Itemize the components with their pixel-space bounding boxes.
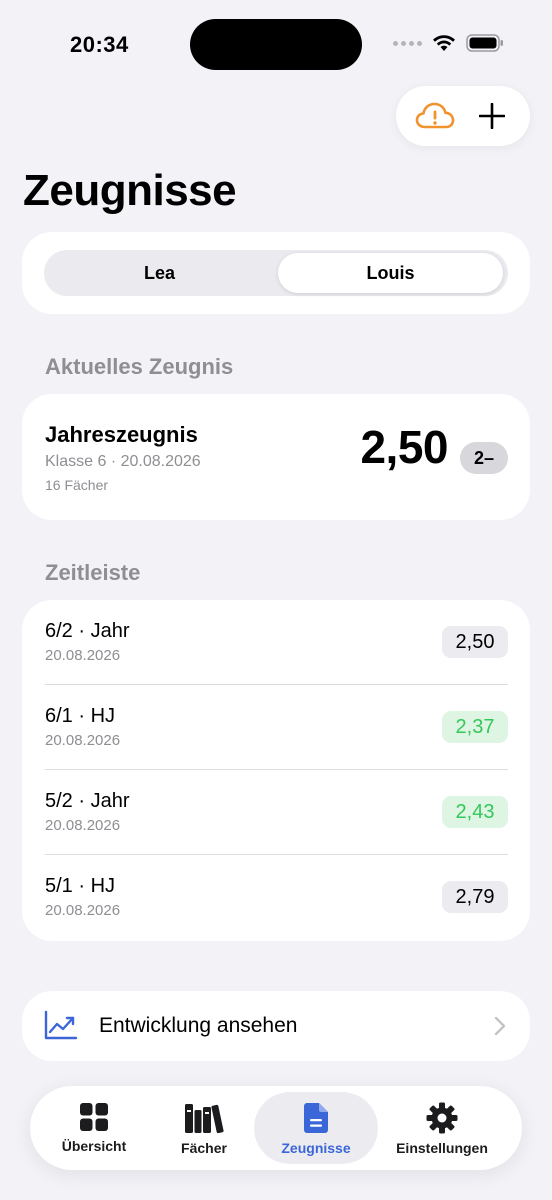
timeline-row-title: 6/1 · HJ xyxy=(45,705,116,727)
tab-settings[interactable]: Einstellungen xyxy=(380,1092,504,1164)
tab-overview[interactable]: Übersicht xyxy=(32,1092,156,1164)
tab-reports[interactable]: Zeugnisse xyxy=(254,1092,378,1164)
page-title: Zeugnisse xyxy=(23,166,237,215)
timeline-row-title: 5/1 · HJ xyxy=(45,875,116,897)
timeline-card: 6/2 · Jahr 20.08.2026 2,50 6/1 · HJ 20.0… xyxy=(22,600,530,941)
dynamic-island xyxy=(190,19,362,70)
tab-label: Einstellungen xyxy=(396,1140,488,1156)
chevron-right-icon xyxy=(494,1016,506,1036)
plus-icon xyxy=(478,103,505,129)
timeline-row-date: 20.08.2026 xyxy=(45,732,121,749)
grid-icon xyxy=(80,1103,108,1131)
report-subtitle: Klasse 6 · 20.08.2026 xyxy=(45,453,201,470)
tab-label: Fächer xyxy=(181,1140,227,1156)
tab-bar: Übersicht Fächer Zeugnisse Einstellungen xyxy=(30,1086,522,1170)
grade-badge: 2– xyxy=(460,442,508,474)
chart-line-icon xyxy=(44,1010,78,1040)
add-button[interactable] xyxy=(468,92,516,140)
timeline-row[interactable]: 6/2 · Jahr 20.08.2026 2,50 xyxy=(22,600,530,685)
timeline-row[interactable]: 6/1 · HJ 20.08.2026 2,37 xyxy=(22,685,530,770)
development-label: Entwicklung ansehen xyxy=(99,1014,298,1037)
report-subject-count: 16 Fächer xyxy=(45,477,109,493)
battery-icon xyxy=(466,34,503,52)
segment-lea[interactable]: Lea xyxy=(47,253,272,293)
current-section-label: Aktuelles Zeugnis xyxy=(45,354,234,379)
timeline-row[interactable]: 5/2 · Jahr 20.08.2026 2,43 xyxy=(22,770,530,855)
sync-warning-button[interactable] xyxy=(411,92,459,140)
timeline-section-label: Zeitleiste xyxy=(45,560,141,585)
status-icons xyxy=(393,34,504,52)
timeline-row-date: 20.08.2026 xyxy=(45,647,121,664)
student-segmented-control: Lea Louis xyxy=(44,250,508,296)
timeline-row-title: 6/2 · Jahr xyxy=(45,620,130,642)
cellular-signal-icon xyxy=(393,40,422,46)
report-title: Jahreszeugnis xyxy=(45,422,198,447)
segment-louis[interactable]: Louis xyxy=(278,253,503,293)
timeline-row[interactable]: 5/1 · HJ 20.08.2026 2,79 xyxy=(22,855,530,940)
tab-subjects[interactable]: Fächer xyxy=(142,1092,266,1164)
student-selector-card: Lea Louis xyxy=(22,232,530,314)
timeline-row-grade: 2,43 xyxy=(442,796,508,828)
gear-icon xyxy=(426,1102,458,1134)
timeline-row-date: 20.08.2026 xyxy=(45,902,121,919)
timeline-row-grade: 2,37 xyxy=(442,711,508,743)
timeline-row-grade: 2,79 xyxy=(442,881,508,913)
timeline-row-date: 20.08.2026 xyxy=(45,817,121,834)
report-average: 2,50 xyxy=(360,421,448,473)
timeline-row-title: 5/2 · Jahr xyxy=(45,790,130,812)
status-time: 20:34 xyxy=(70,32,129,57)
current-report-card[interactable]: Jahreszeugnis Klasse 6 · 20.08.2026 16 F… xyxy=(22,394,530,520)
document-icon xyxy=(304,1103,328,1133)
toolbar-actions xyxy=(396,86,530,146)
cloud-warning-icon xyxy=(415,102,454,129)
screen: 20:34 Zeugnisse Lea Louis Aktuelles Zeug… xyxy=(0,0,552,1200)
tab-label: Zeugnisse xyxy=(281,1140,351,1156)
books-icon xyxy=(185,1104,224,1134)
development-link[interactable]: Entwicklung ansehen xyxy=(22,991,530,1061)
wifi-icon xyxy=(433,35,455,51)
tab-label: Übersicht xyxy=(61,1138,127,1154)
timeline-row-grade: 2,50 xyxy=(442,626,508,658)
